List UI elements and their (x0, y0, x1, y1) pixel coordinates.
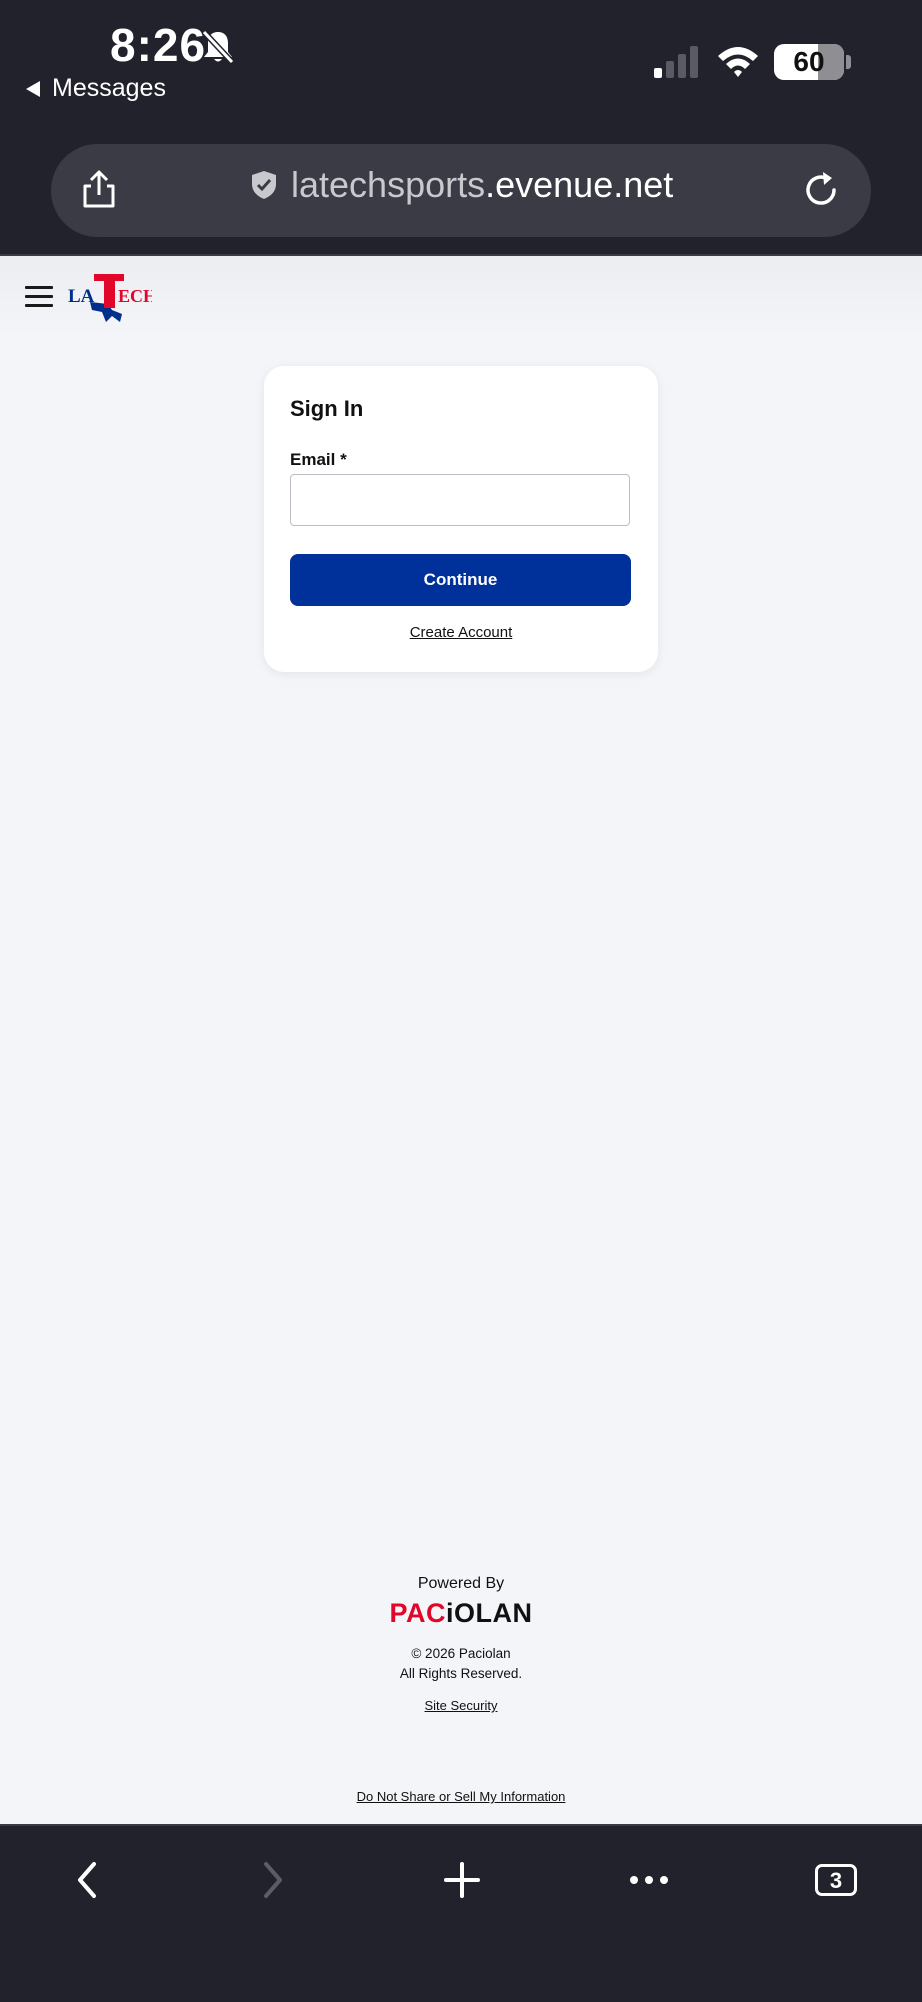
create-account-link[interactable]: Create Account (264, 624, 658, 641)
shield-icon (252, 171, 276, 199)
hamburger-menu-icon[interactable] (25, 286, 53, 307)
back-icon[interactable] (72, 1860, 102, 1900)
back-triangle-icon (26, 80, 40, 97)
site-security-link[interactable]: Site Security (0, 1698, 922, 1713)
browser-bottom-toolbar: 3 (0, 1824, 922, 2002)
email-field[interactable] (290, 474, 630, 526)
rights-text: All Rights Reserved. (399, 1666, 523, 1681)
url-domain: .evenue.net (485, 164, 674, 205)
signal-icon (654, 46, 698, 78)
mute-bell-icon (201, 29, 235, 65)
status-time: 8:26 (110, 19, 207, 71)
url-bar[interactable]: latechsports.evenue.net (51, 144, 871, 237)
site-header: LA ECH (0, 256, 922, 336)
new-tab-icon[interactable] (442, 1860, 482, 1900)
reload-icon[interactable] (801, 170, 841, 210)
continue-button[interactable]: Continue (290, 554, 631, 606)
la-tech-logo[interactable]: LA ECH (68, 270, 152, 330)
back-to-messages[interactable]: Messages (26, 74, 166, 103)
paciolan-logo: PACiOLAN (0, 1598, 922, 1629)
forward-icon[interactable] (258, 1860, 288, 1900)
sign-in-card: Sign In Email * Continue Create Account (264, 366, 658, 672)
sign-in-title: Sign In (290, 396, 364, 421)
paciolan-logo-black: iOLAN (446, 1598, 533, 1628)
share-icon[interactable] (79, 170, 119, 210)
svg-text:ECH: ECH (118, 286, 152, 306)
battery-icon: 60 (774, 44, 844, 80)
battery-level: 60 (793, 46, 825, 77)
copyright-text: © 2026 Paciolan (411, 1646, 511, 1661)
more-icon[interactable] (628, 1860, 670, 1900)
battery-cap (846, 55, 851, 69)
powered-by-label: Powered By (417, 1575, 505, 1592)
back-app-label: Messages (52, 74, 166, 102)
email-label: Email * (290, 450, 347, 469)
do-not-sell-link[interactable]: Do Not Share or Sell My Information (0, 1789, 922, 1804)
browser-top-chrome: 8:26 Messages 60 latechsports.evenue.net (0, 0, 922, 256)
url-display[interactable]: latechsports.evenue.net (251, 164, 673, 206)
wifi-icon (718, 47, 758, 77)
paciolan-logo-red: PAC (389, 1598, 446, 1628)
url-subdomain: latechsports (291, 164, 486, 205)
tabs-icon[interactable]: 3 (815, 1864, 857, 1896)
